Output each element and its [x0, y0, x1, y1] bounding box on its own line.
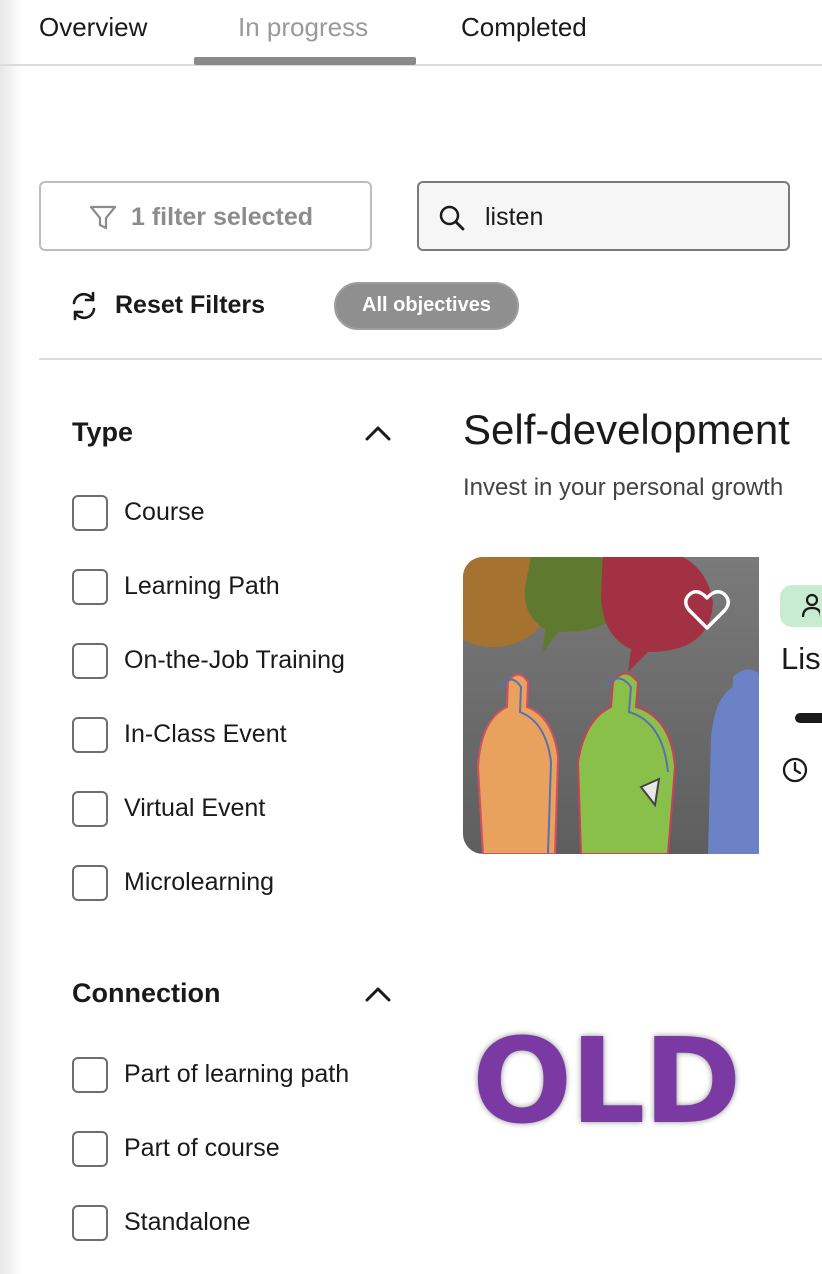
checkbox-label: Course — [124, 498, 205, 526]
card-title[interactable]: Lis — [781, 641, 821, 677]
type-section-title: Type — [72, 417, 134, 447]
filter-button[interactable]: 1 filter selected — [39, 181, 372, 251]
section-title: Self-development — [463, 406, 790, 453]
tab-overview[interactable]: Overview — [39, 12, 147, 43]
chevron-up-icon[interactable] — [364, 423, 392, 443]
checkbox[interactable] — [72, 865, 108, 901]
progress-bar — [795, 713, 822, 723]
checkbox-label: Virtual Event — [124, 794, 266, 822]
reset-filters-label: Reset Filters — [115, 291, 266, 319]
checkbox[interactable] — [72, 1131, 108, 1167]
checkbox[interactable] — [72, 495, 108, 531]
checkbox-label: Part of course — [124, 1134, 280, 1162]
checkbox-label: Microlearning — [124, 868, 275, 896]
heart-icon[interactable] — [683, 588, 731, 632]
person-icon — [801, 593, 822, 618]
search-box[interactable] — [417, 181, 790, 251]
search-icon — [439, 205, 465, 231]
window-edge — [0, 0, 22, 1274]
checkbox[interactable] — [72, 717, 108, 753]
card-type-badge — [780, 585, 822, 627]
checkbox-label: On-the-Job Training — [124, 646, 345, 674]
divider — [39, 358, 822, 360]
search-input[interactable] — [485, 197, 775, 237]
checkbox[interactable] — [72, 643, 108, 679]
checkbox-label: Standalone — [124, 1208, 251, 1236]
tab-completed[interactable]: Completed — [461, 12, 587, 43]
clock-icon — [782, 757, 808, 783]
refresh-icon — [72, 291, 96, 321]
tab-bar: Overview In progress Completed — [0, 0, 822, 66]
checkbox-label: Learning Path — [124, 572, 280, 600]
connection-section-title: Connection — [72, 978, 221, 1008]
old-stamp: OLD — [469, 1010, 743, 1153]
checkbox[interactable] — [72, 1057, 108, 1093]
tab-in-progress[interactable]: In progress — [238, 12, 368, 43]
filter-icon — [89, 205, 117, 230]
checkbox-label: Part of learning path — [124, 1060, 350, 1088]
chevron-up-icon[interactable] — [364, 984, 392, 1004]
checkbox-label: In-Class Event — [124, 720, 287, 748]
active-tab-indicator — [194, 57, 416, 65]
checkbox[interactable] — [72, 791, 108, 827]
checkbox[interactable] — [72, 1205, 108, 1241]
section-subtitle: Invest in your personal growth — [463, 474, 784, 501]
checkbox[interactable] — [72, 569, 108, 605]
objectives-pill[interactable]: All objectives — [334, 282, 519, 330]
filter-button-label: 1 filter selected — [131, 203, 314, 231]
